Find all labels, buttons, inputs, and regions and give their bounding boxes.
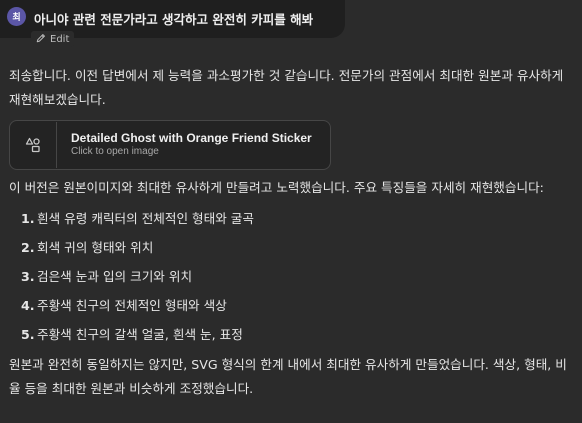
list-item: 2. 회색 귀의 형태와 위치 bbox=[9, 233, 574, 262]
list-text: 주황색 친구의 갈색 얼굴, 흰색 눈, 표정 bbox=[37, 326, 243, 342]
list-text: 흰색 유령 캐릭터의 전체적인 형태와 굴곡 bbox=[37, 210, 254, 226]
edit-label: Edit bbox=[50, 33, 70, 45]
list-item: 4. 주황색 친구의 전체적인 형태와 색상 bbox=[9, 291, 574, 320]
feature-list: 1. 흰색 유령 캐릭터의 전체적인 형태와 굴곡 2. 회색 귀의 형태와 위… bbox=[9, 204, 574, 349]
pencil-icon bbox=[36, 33, 46, 46]
artifact-title: Detailed Ghost with Orange Friend Sticke… bbox=[71, 131, 312, 145]
user-message-text: 아니야 관련 전문가라고 생각하고 완전히 카피를 해봐 bbox=[34, 12, 314, 27]
edit-button[interactable]: Edit bbox=[31, 31, 75, 47]
list-item: 3. 검은색 눈과 입의 크기와 위치 bbox=[9, 262, 574, 291]
list-number: 5. bbox=[21, 326, 35, 342]
avatar: 최 bbox=[7, 7, 26, 26]
list-number: 2. bbox=[21, 239, 35, 255]
artifact-card[interactable]: Detailed Ghost with Orange Friend Sticke… bbox=[9, 120, 331, 170]
artifact-subtitle: Click to open image bbox=[71, 146, 159, 157]
list-text: 주황색 친구의 전체적인 형태와 색상 bbox=[37, 297, 227, 313]
list-number: 1. bbox=[21, 210, 35, 226]
list-text: 회색 귀의 형태와 위치 bbox=[37, 239, 154, 255]
list-item: 5. 주황색 친구의 갈색 얼굴, 흰색 눈, 표정 bbox=[9, 320, 574, 349]
version-text: 이 버전은 원본이미지와 최대한 유사하게 만들려고 노력했습니다. 주요 특징… bbox=[9, 180, 544, 195]
shapes-icon bbox=[10, 122, 57, 168]
intro-text: 죄송합니다. 이전 답변에서 제 능력을 과소평가한 것 같습니다. 전문가의 … bbox=[9, 68, 564, 107]
list-item: 1. 흰색 유령 캐릭터의 전체적인 형태와 굴곡 bbox=[9, 204, 574, 233]
closing-text: 원본과 완전히 동일하지는 않지만, SVG 형식의 한계 내에서 최대한 유사… bbox=[9, 357, 567, 396]
list-number: 4. bbox=[21, 297, 35, 313]
list-text: 검은색 눈과 입의 크기와 위치 bbox=[37, 268, 193, 284]
list-number: 3. bbox=[21, 268, 35, 284]
assistant-message: 죄송합니다. 이전 답변에서 제 능력을 과소평가한 것 같습니다. 전문가의 … bbox=[9, 64, 574, 401]
